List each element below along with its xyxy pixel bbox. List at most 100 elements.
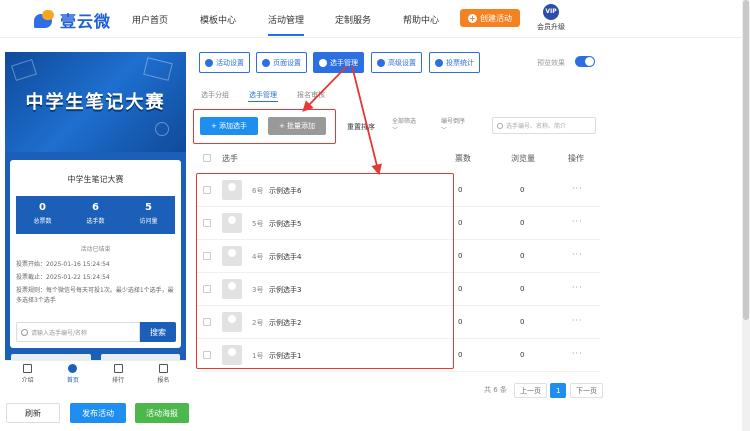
preview-search-input[interactable]: 请输入选手编号/名称 (16, 322, 140, 342)
scrollbar-thumb[interactable] (743, 0, 749, 320)
sort-number-dropdown[interactable]: 编号倒序 ﹀ (441, 117, 465, 135)
logo-icon (34, 10, 56, 30)
user-icon (68, 364, 78, 373)
preview-banner: 中学生笔记大赛 (5, 52, 186, 152)
nav-item-activity-management[interactable]: 活动管理 (268, 13, 304, 26)
logo[interactable]: 壹云微 (34, 8, 111, 32)
preview-effect-toggle[interactable] (575, 56, 595, 67)
contestant-views: 0 (520, 219, 525, 227)
tool-contestant-management[interactable]: 选手管理 (313, 52, 364, 73)
preview-search-row: 请输入选手编号/名称 搜索 (16, 322, 176, 342)
pagination-prev-button[interactable]: 上一页 (514, 383, 547, 398)
preview-search-placeholder: 请输入选手编号/名称 (31, 329, 88, 337)
plus-icon: + (468, 13, 477, 23)
intro-icon (23, 364, 33, 373)
notebook-icon (143, 57, 173, 81)
activity-poster-button[interactable]: 活动海报 (135, 403, 189, 423)
pagination-next-button[interactable]: 下一页 (570, 383, 603, 398)
more-actions-button[interactable]: ··· (572, 250, 583, 259)
highlight-box-contestant-list (196, 173, 454, 369)
contestant-votes: 0 (458, 318, 463, 326)
signup-icon (158, 364, 168, 373)
stat-visits: 5 访问量 (139, 202, 158, 225)
subtab-contestant-management[interactable]: 选手管理 (249, 90, 277, 100)
brand-name: 壹云微 (60, 12, 112, 31)
more-actions-button[interactable]: ··· (572, 316, 583, 325)
book-icon (11, 58, 37, 82)
contestant-views: 0 (520, 318, 525, 326)
contestant-votes: 0 (458, 252, 463, 260)
bar-chart-icon (435, 58, 443, 67)
vote-rule: 投票规则：每个微信号每天可投1次。最少选择1个选手，最多选择3个选手 (16, 287, 174, 304)
stat-contestants: 6 选手数 (86, 202, 105, 225)
more-actions-button[interactable]: ··· (572, 184, 583, 193)
batch-add-button[interactable]: + 批量添加 (268, 117, 326, 135)
contestant-votes: 0 (458, 219, 463, 227)
vote-end-time: 投票截止：2025-01-22 15:24:54 (16, 274, 110, 281)
add-contestant-button[interactable]: + 添加选手 (200, 117, 258, 135)
nav-active-indicator (268, 34, 304, 36)
clock-icon (155, 122, 169, 136)
more-actions-button[interactable]: ··· (572, 283, 583, 292)
tool-page-settings[interactable]: 页面设置 (256, 52, 307, 73)
nav-item-custom-service[interactable]: 定制服务 (335, 13, 371, 26)
contestant-votes: 0 (458, 186, 463, 194)
activity-status: 活动已结束 (80, 246, 111, 253)
publish-activity-button[interactable]: 发布活动 (70, 403, 126, 423)
stat-total-votes: 0 总票数 (33, 202, 52, 225)
preview-tabbar: 介绍 首页 排行 报名 (5, 360, 186, 388)
nav-item-user-home[interactable]: 用户首页 (132, 13, 168, 26)
tool-activity-settings[interactable]: 活动设置 (199, 52, 250, 73)
tab-home[interactable]: 首页 (50, 361, 95, 388)
preview-card-title: 中学生笔记大赛 (67, 175, 124, 184)
preview-stats: 0 总票数 6 选手数 5 访问量 (16, 196, 175, 234)
col-header-views: 浏览量 (511, 154, 535, 163)
vip-badge-icon: VIP (543, 4, 559, 20)
contestant-views: 0 (520, 252, 525, 260)
create-activity-button[interactable]: + 创建活动 (460, 9, 520, 27)
subtab-signup-review[interactable]: 报名审核 (297, 90, 325, 100)
pagination-page-1[interactable]: 1 (550, 383, 567, 398)
col-header-actions: 操作 (568, 154, 584, 163)
contestant-views: 0 (520, 351, 525, 359)
more-actions-button[interactable]: ··· (572, 349, 583, 358)
more-actions-button[interactable]: ··· (572, 217, 583, 226)
banner-title: 中学生笔记大赛 (25, 92, 166, 113)
col-header-contestant: 选手 (222, 154, 238, 163)
vip-upgrade-label: 会员升级 (537, 23, 565, 31)
preview-effect-label: 预览效果 (537, 59, 565, 67)
search-icon (497, 122, 503, 129)
page-scrollbar[interactable] (742, 0, 750, 431)
contestant-votes: 0 (458, 285, 463, 293)
contestant-search-placeholder: 选手编号、名称、简介 (506, 123, 567, 130)
top-navbar: 壹云微 用户首页 模板中心 活动管理 定制服务 帮助中心 + 创建活动 VIP … (0, 0, 742, 38)
vote-start-time: 投票开始：2025-01-16 15:24:54 (16, 261, 110, 268)
gear-icon (205, 58, 213, 67)
subtab-contestant-groups[interactable]: 选手分组 (201, 90, 229, 100)
tab-ranking[interactable]: 排行 (96, 361, 141, 388)
arrow-to-contestant-list (351, 65, 382, 176)
preview-info-card: 中学生笔记大赛 0 总票数 6 选手数 5 访问量 活动已结束 投票开始：2025-0… (10, 160, 181, 348)
ranking-icon (113, 364, 123, 373)
chevron-down-icon: ﹀ (441, 127, 448, 134)
chevron-down-icon: ﹀ (392, 127, 399, 134)
vip-upgrade[interactable]: VIP 会员升级 (534, 4, 568, 32)
create-activity-label: 创建活动 (480, 13, 512, 23)
nav-item-template-center[interactable]: 模板中心 (200, 13, 236, 26)
page-gear-icon (262, 58, 270, 67)
preview-search-button[interactable]: 搜索 (140, 322, 176, 342)
users-icon (319, 58, 327, 67)
filter-all-dropdown[interactable]: 全部筛选 ﹀ (392, 117, 416, 135)
tool-advanced-settings[interactable]: 高级设置 (371, 52, 422, 73)
tab-signup[interactable]: 报名 (141, 361, 186, 388)
nav-item-help-center[interactable]: 帮助中心 (403, 13, 439, 26)
contestant-search-input[interactable]: 选手编号、名称、简介 (492, 117, 596, 134)
tab-intro[interactable]: 介绍 (5, 361, 50, 388)
pagination-total: 共 6 条 (484, 386, 507, 394)
contestant-views: 0 (520, 285, 525, 293)
subtab-active-indicator (248, 101, 278, 102)
refresh-button[interactable]: 刷新 (6, 403, 60, 423)
reset-sort-button[interactable]: 重置排序 (347, 122, 375, 132)
tool-vote-statistics[interactable]: 投票统计 (429, 52, 480, 73)
select-all-checkbox[interactable] (203, 154, 211, 162)
